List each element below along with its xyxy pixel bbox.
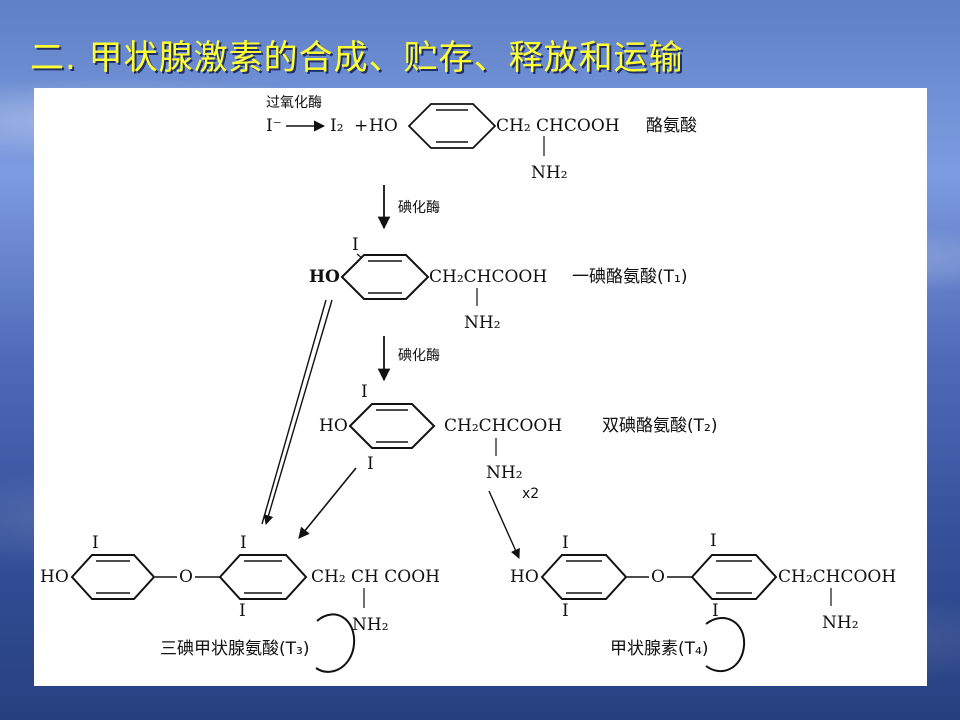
t3-handwritten-circle (315, 613, 356, 673)
dit-side-chain: CH₂CHCOOH (444, 416, 562, 436)
dit-iodine-bottom: I (367, 454, 374, 474)
mit-to-t3-line (261, 299, 327, 525)
mit-ring (340, 254, 430, 300)
mit-ho: HO (309, 267, 340, 287)
dit-iodine-top: I (361, 382, 368, 402)
t4-ring-b (690, 554, 778, 600)
t3-iodine-a: I (92, 533, 99, 553)
tyrosine-ho: HO (369, 116, 398, 136)
t4-ether-oxygen: O (651, 567, 665, 587)
t4-iodine-a: I (562, 533, 569, 553)
slide-title: 二. 甲状腺激素的合成、贮存、释放和运输 (30, 38, 684, 78)
t4-iodine-b: I (710, 531, 717, 551)
t4-ho: HO (510, 567, 539, 587)
iodide-label: I⁻ (266, 116, 282, 136)
dit-to-t3-arrow (298, 467, 357, 539)
t3-iodine-c: I (239, 601, 246, 621)
t4-side-chain: CH₂CHCOOH (778, 567, 896, 587)
t3-ring-b (218, 554, 308, 600)
t3-ring-a (70, 554, 156, 600)
mit-iodine: I (352, 235, 359, 255)
thyroid-synthesis-diagram: 过氧化酶 I⁻ I₂ + HO CH₂ CHCOOH NH₂ 酪氨酸 碘化酶 I… (40, 95, 896, 673)
t4-ring-a (540, 554, 628, 600)
dit-name: 双碘酪氨酸(T₂) (602, 416, 717, 436)
t4-handwritten-circle (705, 617, 746, 673)
t3-structure: I I HO O I CH₂ CH COOH NH₂ 三碘甲状腺氨酸(T₃) (40, 533, 440, 673)
peroxidase-label: 过氧化酶 (266, 95, 322, 111)
t3-amine: NH₂ (352, 615, 389, 635)
iodinase-label-2: 碘化酶 (398, 348, 440, 364)
dit-multiplier: x2 (522, 486, 539, 502)
t3-name: 三碘甲状腺氨酸(T₃) (160, 639, 309, 659)
t3-side-chain: CH₂ CH COOH (311, 567, 440, 587)
tyrosine-side-chain: CH₂ CHCOOH (496, 116, 620, 136)
dit-to-t4-arrow (488, 490, 520, 559)
mit-amine: NH₂ (464, 313, 501, 333)
dit-ring (348, 403, 436, 449)
dit-ho: HO (319, 416, 348, 436)
mit-name: 一碘酪氨酸(T₁) (572, 267, 687, 287)
tyrosine-amine: NH₂ (531, 163, 568, 183)
t3-ether-oxygen: O (179, 567, 193, 587)
mit-side-chain: CH₂CHCOOH (429, 267, 547, 287)
t4-name: 甲状腺素(T₄) (610, 639, 708, 659)
step1-monoiodotyrosine: I HO CH₂CHCOOH NH₂ 一碘酪氨酸(T₁) (309, 235, 687, 333)
diagram-panel: 过氧化酶 I⁻ I₂ + HO CH₂ CHCOOH NH₂ 酪氨酸 碘化酶 I… (34, 88, 927, 686)
mit-to-t3-arrow (263, 299, 333, 525)
step0-tyrosine: 过氧化酶 I⁻ I₂ + HO CH₂ CHCOOH NH₂ 酪氨酸 (266, 95, 697, 183)
t4-amine: NH₂ (822, 613, 859, 633)
iodine-label: I₂ (330, 116, 344, 136)
t4-structure: I I HO I O I CH₂CHCOOH NH₂ 甲状腺素(T₄) (510, 531, 896, 673)
t3-ho: HO (40, 567, 69, 587)
tyrosine-name: 酪氨酸 (646, 116, 697, 136)
iodinase-label-1: 碘化酶 (398, 200, 440, 216)
dit-amine: NH₂ (486, 463, 523, 483)
step2-diiodotyrosine: I HO I CH₂CHCOOH NH₂ x2 双碘酪氨酸(T₂) (319, 382, 717, 502)
t4-iodine-c: I (562, 601, 569, 621)
t3-iodine-b: I (240, 533, 247, 553)
plus-sign: + (354, 116, 368, 136)
tyrosine-ring (407, 103, 497, 149)
